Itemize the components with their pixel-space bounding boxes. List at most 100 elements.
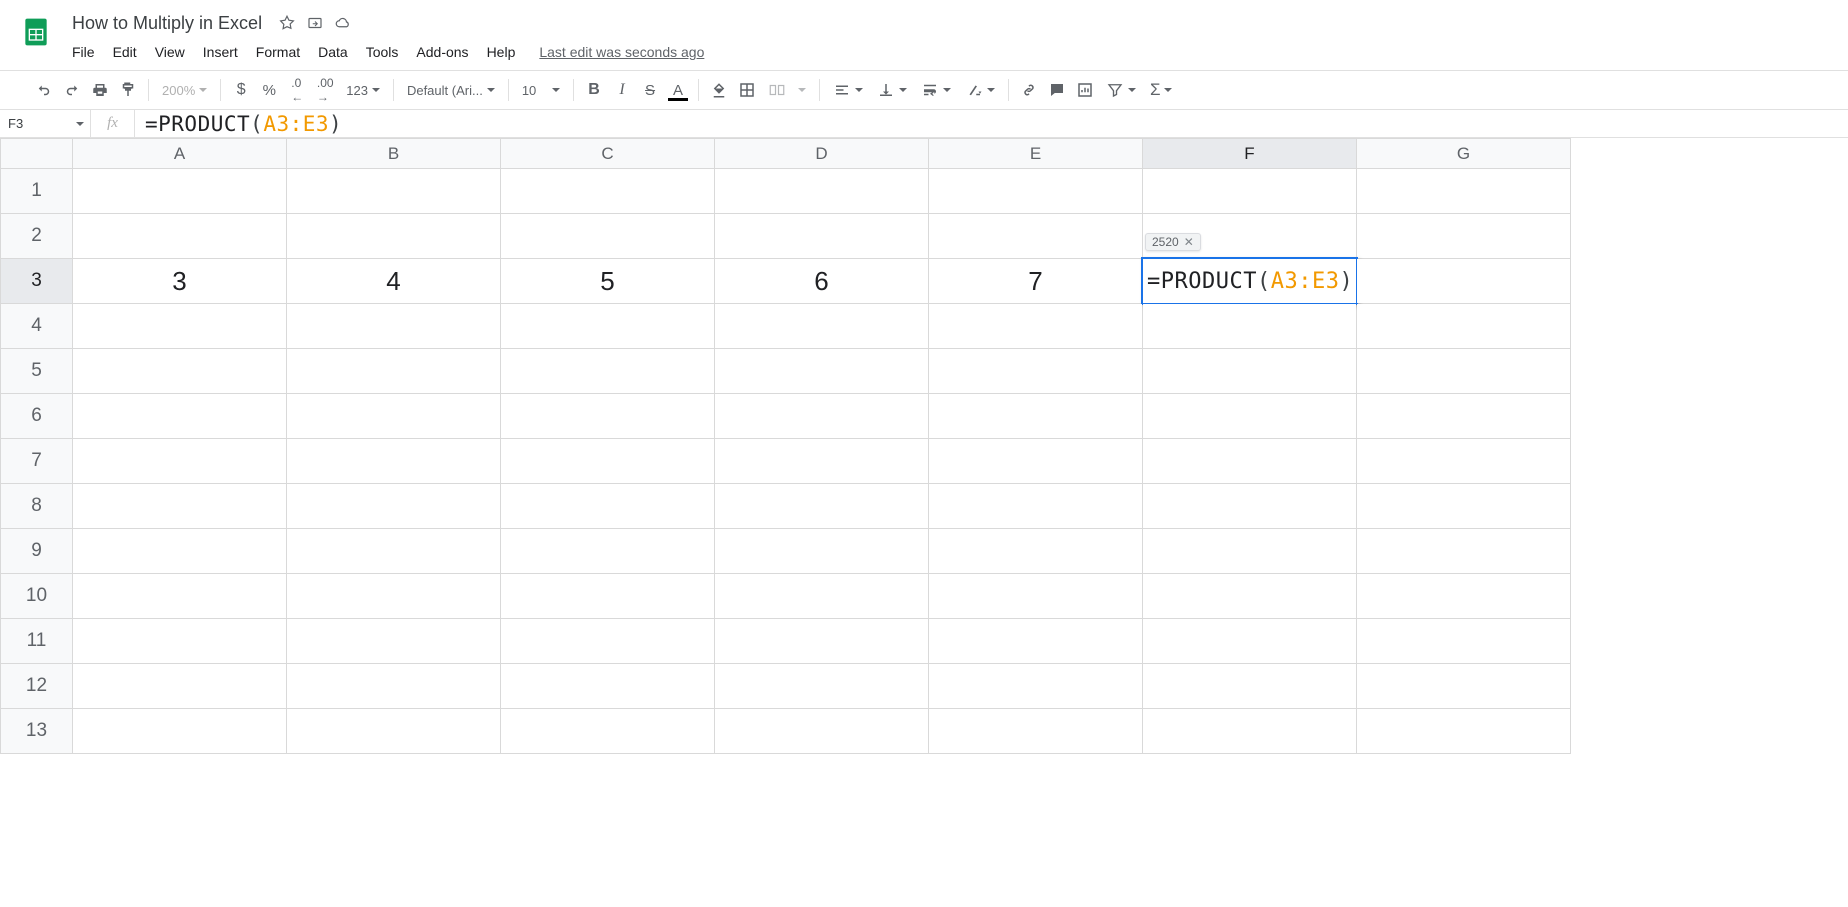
cell-C13[interactable] bbox=[501, 709, 715, 754]
functions-dropdown[interactable]: Σ bbox=[1144, 77, 1179, 103]
row-header-1[interactable]: 1 bbox=[1, 169, 73, 214]
row-header-10[interactable]: 10 bbox=[1, 574, 73, 619]
name-box[interactable]: F3 bbox=[0, 110, 91, 137]
font-dropdown[interactable]: Default (Ari... bbox=[401, 77, 501, 103]
currency-icon[interactable]: $ bbox=[228, 77, 254, 103]
cell-E3[interactable]: 7 bbox=[929, 259, 1143, 304]
borders-icon[interactable] bbox=[734, 77, 760, 103]
cell-B2[interactable] bbox=[287, 214, 501, 259]
cell-D2[interactable] bbox=[715, 214, 929, 259]
cell-D6[interactable] bbox=[715, 394, 929, 439]
cell-C3[interactable]: 5 bbox=[501, 259, 715, 304]
cell-G7[interactable] bbox=[1357, 439, 1571, 484]
cell-A11[interactable] bbox=[73, 619, 287, 664]
cell-C7[interactable] bbox=[501, 439, 715, 484]
menu-data[interactable]: Data bbox=[310, 40, 356, 64]
row-header-8[interactable]: 8 bbox=[1, 484, 73, 529]
col-header-F[interactable]: F bbox=[1143, 139, 1357, 169]
cell-G5[interactable] bbox=[1357, 349, 1571, 394]
cell-F6[interactable] bbox=[1143, 394, 1357, 439]
cell-E7[interactable] bbox=[929, 439, 1143, 484]
cell-B4[interactable] bbox=[287, 304, 501, 349]
insert-chart-icon[interactable] bbox=[1072, 77, 1098, 103]
text-rotation-dropdown[interactable] bbox=[959, 77, 1001, 103]
cell-B3[interactable]: 4 bbox=[287, 259, 501, 304]
cell-F9[interactable] bbox=[1143, 529, 1357, 574]
cell-E12[interactable] bbox=[929, 664, 1143, 709]
cell-A3[interactable]: 3 bbox=[73, 259, 287, 304]
col-header-B[interactable]: B bbox=[287, 139, 501, 169]
strikethrough-icon[interactable]: S bbox=[637, 77, 663, 103]
cell-G11[interactable] bbox=[1357, 619, 1571, 664]
cell-B7[interactable] bbox=[287, 439, 501, 484]
cell-E4[interactable] bbox=[929, 304, 1143, 349]
menu-edit[interactable]: Edit bbox=[105, 40, 145, 64]
cell-E11[interactable] bbox=[929, 619, 1143, 664]
cell-E8[interactable] bbox=[929, 484, 1143, 529]
cell-B9[interactable] bbox=[287, 529, 501, 574]
zoom-dropdown[interactable]: 200% bbox=[156, 77, 213, 103]
cell-C6[interactable] bbox=[501, 394, 715, 439]
menu-file[interactable]: File bbox=[64, 40, 103, 64]
cell-G4[interactable] bbox=[1357, 304, 1571, 349]
merge-cells-dropdown[interactable] bbox=[762, 77, 812, 103]
formula-result-tooltip[interactable]: 2520 ✕ bbox=[1145, 233, 1201, 251]
text-wrap-dropdown[interactable] bbox=[915, 77, 957, 103]
menu-help[interactable]: Help bbox=[479, 40, 524, 64]
cell-G10[interactable] bbox=[1357, 574, 1571, 619]
cell-A4[interactable] bbox=[73, 304, 287, 349]
menu-addons[interactable]: Add-ons bbox=[408, 40, 476, 64]
cloud-icon[interactable] bbox=[334, 14, 352, 32]
bold-icon[interactable]: B bbox=[581, 77, 607, 103]
filter-dropdown[interactable] bbox=[1100, 77, 1142, 103]
cell-B6[interactable] bbox=[287, 394, 501, 439]
cell-G1[interactable] bbox=[1357, 169, 1571, 214]
cell-E1[interactable] bbox=[929, 169, 1143, 214]
cell-C5[interactable] bbox=[501, 349, 715, 394]
select-all-corner[interactable] bbox=[1, 139, 73, 169]
cell-D9[interactable] bbox=[715, 529, 929, 574]
cell-D8[interactable] bbox=[715, 484, 929, 529]
cell-E9[interactable] bbox=[929, 529, 1143, 574]
redo-icon[interactable] bbox=[59, 77, 85, 103]
cell-E2[interactable] bbox=[929, 214, 1143, 259]
cell-F8[interactable] bbox=[1143, 484, 1357, 529]
font-size-dropdown[interactable]: 10 bbox=[516, 77, 566, 103]
menu-format[interactable]: Format bbox=[248, 40, 308, 64]
decrease-decimal-icon[interactable]: .0← bbox=[284, 77, 310, 103]
cell-C8[interactable] bbox=[501, 484, 715, 529]
cell-F1[interactable] bbox=[1143, 169, 1357, 214]
cell-F4[interactable] bbox=[1143, 304, 1357, 349]
move-icon[interactable] bbox=[306, 14, 324, 32]
cell-D5[interactable] bbox=[715, 349, 929, 394]
cell-F13[interactable] bbox=[1143, 709, 1357, 754]
row-header-3[interactable]: 3 bbox=[1, 259, 73, 304]
cell-D13[interactable] bbox=[715, 709, 929, 754]
undo-icon[interactable] bbox=[31, 77, 57, 103]
close-icon[interactable]: ✕ bbox=[1184, 235, 1194, 249]
cell-C11[interactable] bbox=[501, 619, 715, 664]
cell-C2[interactable] bbox=[501, 214, 715, 259]
cell-B11[interactable] bbox=[287, 619, 501, 664]
increase-decimal-icon[interactable]: .00→ bbox=[312, 77, 338, 103]
row-header-7[interactable]: 7 bbox=[1, 439, 73, 484]
text-color-icon[interactable]: A bbox=[665, 77, 691, 103]
cell-G12[interactable] bbox=[1357, 664, 1571, 709]
fill-color-icon[interactable] bbox=[706, 77, 732, 103]
more-formats-dropdown[interactable]: 123 bbox=[340, 77, 386, 103]
row-header-6[interactable]: 6 bbox=[1, 394, 73, 439]
cell-G3[interactable] bbox=[1357, 259, 1571, 304]
cell-D11[interactable] bbox=[715, 619, 929, 664]
row-header-5[interactable]: 5 bbox=[1, 349, 73, 394]
cell-F3[interactable]: 2520 ✕ =PRODUCT(A3:E3) bbox=[1143, 259, 1357, 304]
cell-A12[interactable] bbox=[73, 664, 287, 709]
cell-B12[interactable] bbox=[287, 664, 501, 709]
cell-C9[interactable] bbox=[501, 529, 715, 574]
percent-icon[interactable]: % bbox=[256, 77, 282, 103]
col-header-C[interactable]: C bbox=[501, 139, 715, 169]
cell-B13[interactable] bbox=[287, 709, 501, 754]
cell-D7[interactable] bbox=[715, 439, 929, 484]
cell-D4[interactable] bbox=[715, 304, 929, 349]
formula-bar[interactable]: =PRODUCT(A3:E3) bbox=[135, 110, 1848, 137]
row-header-9[interactable]: 9 bbox=[1, 529, 73, 574]
